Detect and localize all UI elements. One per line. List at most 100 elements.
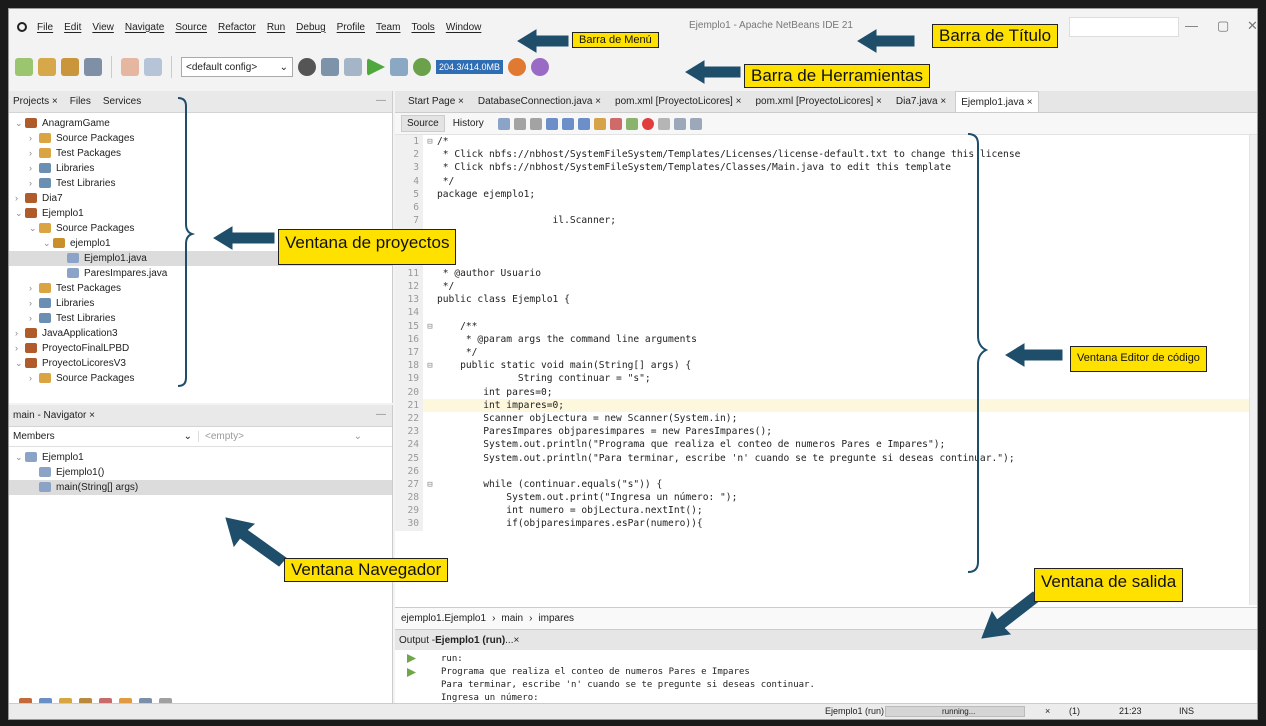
code-line[interactable]: 21 int impares=0; <box>395 398 1257 412</box>
code-line[interactable]: 30 if(objparesimpares.esPar(numero)){ <box>395 517 1257 531</box>
code-line[interactable]: 5 package ejemplo1; <box>395 187 1257 201</box>
chevron-right-icon[interactable]: › <box>29 311 39 326</box>
code-line[interactable]: 9⊟/** <box>395 240 1257 254</box>
chevron-right-icon[interactable]: › <box>29 296 39 311</box>
code-line[interactable]: 1 ⊟/* <box>395 135 1257 149</box>
chevron-right-icon[interactable]: › <box>29 371 39 386</box>
tree-row[interactable]: › Dia7 <box>9 191 392 206</box>
configuration-select[interactable]: <default config> ⌄ <box>181 57 293 77</box>
rerun-icon[interactable] <box>407 654 416 663</box>
debug-icon[interactable] <box>390 58 408 76</box>
editor-scrollbar[interactable] <box>1249 135 1257 605</box>
chevron-right-icon[interactable]: › <box>29 161 39 176</box>
tree-row[interactable]: › Test Libraries <box>9 311 392 326</box>
undo-icon[interactable] <box>121 58 139 76</box>
find-next-icon[interactable] <box>577 117 590 130</box>
minimize-panel-button[interactable]: — <box>376 409 386 420</box>
tree-row[interactable]: › Test Packages <box>9 146 392 161</box>
code-line[interactable]: 28 System.out.print("Ingresa un número: … <box>395 491 1257 505</box>
code-line[interactable]: 6 <box>395 200 1257 215</box>
snapshot-icon[interactable] <box>531 58 550 76</box>
close-window-button[interactable]: ✕ <box>1247 18 1257 34</box>
uncomment-icon[interactable] <box>689 117 702 130</box>
source-view-button[interactable]: Source <box>401 115 445 132</box>
chevron-right-icon[interactable]: › <box>29 146 39 161</box>
tree-row[interactable]: › JavaApplication3 <box>9 326 392 341</box>
toggle-highlight-icon[interactable] <box>593 117 606 130</box>
code-line[interactable]: 11 * @author Usuario <box>395 266 1257 281</box>
chevron-right-icon[interactable]: › <box>15 341 25 356</box>
gc-icon[interactable] <box>508 58 527 76</box>
chevron-down-icon[interactable]: ⌄ <box>15 356 25 371</box>
tab-navigator[interactable]: main - Navigator × <box>13 410 95 421</box>
record-macro-icon[interactable] <box>641 117 654 130</box>
menu-edit[interactable]: Edit <box>64 22 81 33</box>
tree-row[interactable]: ⌄ AnagramGame <box>9 116 392 131</box>
tree-row[interactable]: Ejemplo1() <box>9 465 392 480</box>
menu-debug[interactable]: Debug <box>296 22 325 33</box>
shift-left-icon[interactable] <box>609 117 622 130</box>
tree-row[interactable]: ⌄ Ejemplo1 <box>9 206 392 221</box>
cancel-task-button[interactable]: × <box>1045 706 1050 716</box>
members-select[interactable]: Members ⌄ <box>13 431 198 442</box>
code-line[interactable]: 2 * Click nbfs://nbhost/SystemFileSystem… <box>395 148 1257 162</box>
code-line[interactable]: 29 int numero = objLectura.nextInt(); <box>395 504 1257 518</box>
comment-icon[interactable] <box>673 117 686 130</box>
chevron-down-icon[interactable]: ⌄ <box>29 221 39 236</box>
new-project-icon[interactable] <box>38 58 56 76</box>
shift-right-icon[interactable] <box>625 117 638 130</box>
tree-row[interactable]: ⌄ ProyectoLicoresV3 <box>9 356 392 371</box>
chevron-right-icon[interactable]: › <box>29 281 39 296</box>
code-line[interactable]: 3 * Click nbfs://nbhost/SystemFileSystem… <box>395 161 1257 175</box>
code-line[interactable]: 19 String continuar = "s"; <box>395 372 1257 386</box>
maximize-button[interactable]: ▢ <box>1217 18 1229 34</box>
menu-view[interactable]: View <box>92 22 114 33</box>
filter-select[interactable]: <empty> ⌄ <box>198 431 368 442</box>
tree-row[interactable]: › Libraries <box>9 296 392 311</box>
code-line[interactable]: 4 */ <box>395 174 1257 188</box>
minimize-panel-button[interactable]: — <box>376 95 386 106</box>
code-line[interactable]: 25 System.out.println("Para terminar, es… <box>395 451 1257 465</box>
profile-icon[interactable] <box>413 58 431 76</box>
menu-file[interactable]: File <box>37 22 53 33</box>
code-line[interactable]: 16 * @param args the command line argume… <box>395 332 1257 347</box>
code-line[interactable]: 13 public class Ejemplo1 { <box>395 293 1257 307</box>
breadcrumb-class[interactable]: ejemplo1.Ejemplo1 <box>401 613 486 624</box>
rerun-different-icon[interactable] <box>407 668 416 677</box>
tab-services[interactable]: Services <box>103 96 141 107</box>
tab-start-page[interactable]: Start Page × <box>403 96 469 107</box>
tree-row[interactable]: › Source Packages <box>9 131 392 146</box>
menu-source[interactable]: Source <box>175 22 207 33</box>
breadcrumb-variable[interactable]: impares <box>538 613 574 624</box>
chevron-right-icon[interactable]: › <box>29 131 39 146</box>
code-line[interactable]: 14 <box>395 306 1257 320</box>
code-line[interactable]: 22 Scanner objLectura = new Scanner(Syst… <box>395 411 1257 426</box>
forward-icon[interactable] <box>529 117 542 130</box>
tree-row[interactable]: › Source Packages <box>9 371 392 386</box>
search-input[interactable] <box>1069 17 1179 37</box>
code-line[interactable]: 23 ParesImpares objparesimpares = new Pa… <box>395 425 1257 439</box>
tree-row[interactable]: › Libraries <box>9 161 392 176</box>
history-view-button[interactable]: History <box>453 118 484 129</box>
menu-navigate[interactable]: Navigate <box>125 22 164 33</box>
chevron-right-icon[interactable]: › <box>15 191 25 206</box>
save-all-icon[interactable] <box>84 58 102 76</box>
menu-refactor[interactable]: Refactor <box>218 22 256 33</box>
minimize-button[interactable]: — <box>1185 18 1198 33</box>
chevron-down-icon[interactable]: ⌄ <box>15 116 25 131</box>
redo-icon[interactable] <box>144 58 162 76</box>
output-tab-close[interactable]: ...× <box>505 635 519 646</box>
tab-files[interactable]: Files <box>70 96 91 107</box>
tab-output[interactable]: Output - Ejemplo1 (run) ...× <box>395 630 1257 650</box>
stop-macro-icon[interactable] <box>657 117 670 130</box>
code-line[interactable]: 10 * <box>395 253 1257 267</box>
chevron-down-icon[interactable]: ⌄ <box>15 206 25 221</box>
tree-row[interactable]: main(String[] args) <box>9 480 392 495</box>
breadcrumb-method[interactable]: main <box>501 613 523 624</box>
hammer-icon[interactable] <box>321 58 339 76</box>
menu-profile[interactable]: Profile <box>337 22 365 33</box>
last-edit-icon[interactable] <box>497 117 510 130</box>
chevron-down-icon[interactable]: ⌄ <box>43 236 53 251</box>
code-line[interactable]: 24 System.out.println("Programa que real… <box>395 438 1257 452</box>
chevron-right-icon[interactable]: › <box>29 176 39 191</box>
